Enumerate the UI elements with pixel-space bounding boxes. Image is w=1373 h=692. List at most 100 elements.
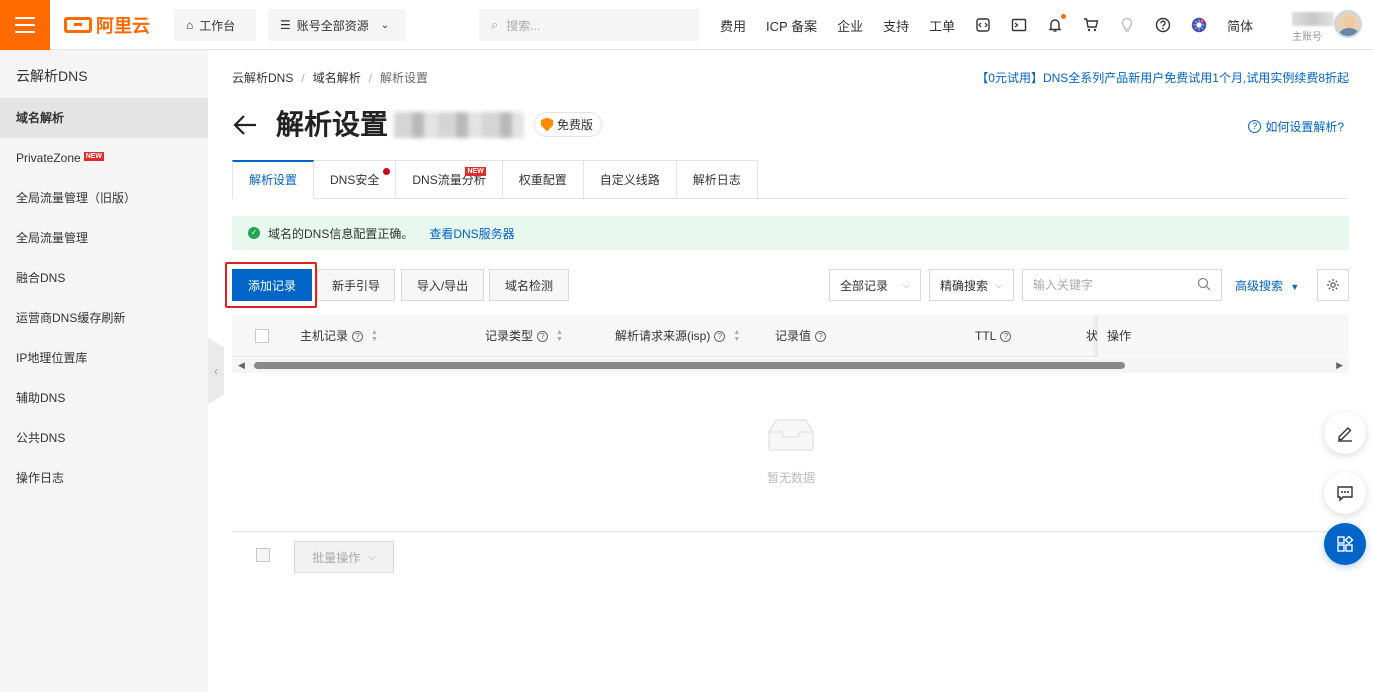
question-circle-icon[interactable]: ? xyxy=(352,330,364,342)
edition-label: 免费版 xyxy=(557,118,594,132)
sidebar-item-label: 操作日志 xyxy=(16,471,65,485)
footer-checkbox-cell xyxy=(256,548,270,562)
column-host[interactable]: 主机记录 ? ▲ ▼ xyxy=(300,315,378,357)
empty-inbox-icon xyxy=(768,419,814,451)
question-circle-icon[interactable]: ? xyxy=(1000,330,1012,342)
tab-dns-traffic-analysis[interactable]: DNS流量分析 NEW xyxy=(396,160,503,199)
chat-button[interactable] xyxy=(1324,472,1366,514)
global-search-input[interactable]: ⌕ 搜索... xyxy=(479,9,699,41)
workbench-label: 工作台 xyxy=(199,18,236,33)
check-circle-icon: ✓ xyxy=(248,227,260,239)
sidebar-item-ip-geo[interactable]: IP地理位置库 xyxy=(0,338,208,378)
tab-resolution-settings[interactable]: 解析设置 xyxy=(232,160,315,199)
sidebar-item-fusion-dns[interactable]: 融合DNS xyxy=(0,258,208,298)
question-circle-icon[interactable]: ? xyxy=(815,330,827,342)
domain-name-blurred xyxy=(394,112,524,138)
tab-weight-config[interactable]: 权重配置 xyxy=(502,160,584,199)
select-all-checkbox[interactable] xyxy=(255,329,269,343)
apps-button[interactable] xyxy=(1324,523,1366,565)
import-export-button[interactable]: 导入/导出 xyxy=(401,269,484,301)
scroll-left-icon[interactable]: ◀ xyxy=(238,360,245,371)
ai-assistant-icon[interactable] xyxy=(1191,17,1207,33)
menu-icon[interactable] xyxy=(0,0,50,50)
chevron-down-icon: ⌵ xyxy=(902,279,910,291)
column-label: TTL xyxy=(975,329,997,343)
question-circle-icon[interactable]: ? xyxy=(714,330,726,342)
breadcrumb-item[interactable]: 域名解析 xyxy=(313,71,361,85)
sidebar-item-gtm[interactable]: 全局流量管理 xyxy=(0,218,208,258)
footer-select-all-checkbox[interactable] xyxy=(256,548,270,562)
sidebar-item-gtm-legacy[interactable]: 全局流量管理（旧版） xyxy=(0,178,208,218)
sidebar-item-public-dns[interactable]: 公共DNS xyxy=(0,418,208,458)
cart-icon[interactable] xyxy=(1083,17,1099,33)
sort-icon[interactable]: ▲ ▼ xyxy=(733,329,740,343)
column-isp[interactable]: 解析请求来源(isp) ? ▲ ▼ xyxy=(615,315,740,357)
sidebar-item-label: 全局流量管理 xyxy=(16,231,89,245)
beginner-guide-button[interactable]: 新手引导 xyxy=(317,269,395,301)
tab-custom-line[interactable]: 自定义线路 xyxy=(583,160,677,199)
bell-icon[interactable] xyxy=(1047,14,1067,33)
question-circle-icon[interactable]: ? xyxy=(537,330,549,342)
lightbulb-icon[interactable] xyxy=(1119,17,1135,33)
feedback-edit-button[interactable] xyxy=(1324,412,1366,454)
language-switch[interactable]: 简体 xyxy=(1227,16,1253,35)
enterprise-link[interactable]: 企业 xyxy=(837,16,863,35)
scrollbar-thumb[interactable] xyxy=(254,362,1125,369)
sort-icon[interactable]: ▲ ▼ xyxy=(371,329,378,343)
sidebar-item-privatezone[interactable]: PrivateZone NEW xyxy=(0,138,208,178)
resource-group-selector[interactable]: ☰ 账号全部资源 ⌄ xyxy=(268,9,406,41)
batch-label: 批量操作 xyxy=(312,550,361,565)
icp-link[interactable]: ICP 备案 xyxy=(766,16,817,35)
view-dns-servers-link[interactable]: 查看DNS服务器 xyxy=(429,225,514,242)
promo-link[interactable]: 【0元试用】DNS全系列产品新用户免费试用1个月,试用实例续费8折起 xyxy=(976,69,1349,86)
ticket-link[interactable]: 工单 xyxy=(929,16,955,35)
tab-resolution-log[interactable]: 解析日志 xyxy=(676,160,758,199)
sidebar-item-secondary-dns[interactable]: 辅助DNS xyxy=(0,378,208,418)
sidebar-item-operation-log[interactable]: 操作日志 xyxy=(0,458,208,498)
search-mode-select[interactable]: 精确搜索 ⌵ xyxy=(929,269,1014,301)
resource-icon: ☰ xyxy=(280,18,291,32)
keyword-input[interactable] xyxy=(1033,278,1183,292)
user-account-menu[interactable]: 主账号 xyxy=(1280,8,1370,43)
sidebar-collapse-handle[interactable]: ‹ xyxy=(208,338,224,404)
select-all-checkbox-cell xyxy=(255,315,269,357)
resource-label: 账号全部资源 xyxy=(296,18,369,33)
logo-text: 阿里云 xyxy=(96,15,150,36)
topbar-links: 费用 ICP 备案 企业 支持 工单 简体 xyxy=(720,0,1273,50)
sort-icon[interactable]: ▲ ▼ xyxy=(556,329,563,343)
avatar[interactable] xyxy=(1334,10,1362,38)
table-settings-button[interactable] xyxy=(1317,269,1349,301)
add-record-button[interactable]: 添加记录 xyxy=(232,269,312,301)
question-circle-icon: ? xyxy=(1248,120,1262,133)
column-type[interactable]: 记录类型 ? ▲ ▼ xyxy=(485,315,563,357)
support-link[interactable]: 支持 xyxy=(883,16,909,35)
how-to-configure-link[interactable]: ? 如何设置解析? xyxy=(1248,118,1344,135)
billing-link[interactable]: 费用 xyxy=(720,16,746,35)
username-blurred xyxy=(1292,12,1334,26)
workbench-button[interactable]: ⌂ 工作台 xyxy=(174,9,256,41)
help-icon[interactable] xyxy=(1155,17,1171,33)
batch-operation-button[interactable]: 批量操作 ⌵ xyxy=(294,541,394,573)
advanced-search-label: 高级搜索 xyxy=(1235,279,1284,293)
back-arrow-icon[interactable] xyxy=(232,112,258,142)
sidebar-item-domain-resolution[interactable]: 域名解析 xyxy=(0,98,208,138)
code-bracket-icon[interactable] xyxy=(975,17,991,33)
aliyun-logo[interactable]: 阿里云 xyxy=(64,12,160,38)
sidebar-item-label: IP地理位置库 xyxy=(16,351,88,365)
search-icon[interactable] xyxy=(1197,277,1211,294)
record-filter-select[interactable]: 全部记录 ⌵ xyxy=(829,269,921,301)
caret-down-icon: ▼ xyxy=(1290,282,1300,292)
advanced-search-toggle[interactable]: 高级搜索 ▼ xyxy=(1235,277,1299,294)
domain-check-button[interactable]: 域名检测 xyxy=(489,269,569,301)
notification-dot xyxy=(1061,14,1067,19)
sidebar-item-label: 公共DNS xyxy=(16,431,66,445)
scroll-right-icon[interactable]: ▶ xyxy=(1336,360,1343,371)
breadcrumb-current: 解析设置 xyxy=(380,71,429,85)
chevron-left-icon: ‹ xyxy=(214,364,218,378)
tab-dns-security[interactable]: DNS安全 xyxy=(314,160,397,199)
sidebar-item-cache-refresh[interactable]: 运营商DNS缓存刷新 xyxy=(0,298,208,338)
terminal-icon[interactable] xyxy=(1011,17,1027,33)
horizontal-scrollbar[interactable]: ◀ ▶ xyxy=(232,358,1349,373)
column-actions: 操作 xyxy=(1097,315,1349,357)
breadcrumb-item[interactable]: 云解析DNS xyxy=(232,71,293,85)
